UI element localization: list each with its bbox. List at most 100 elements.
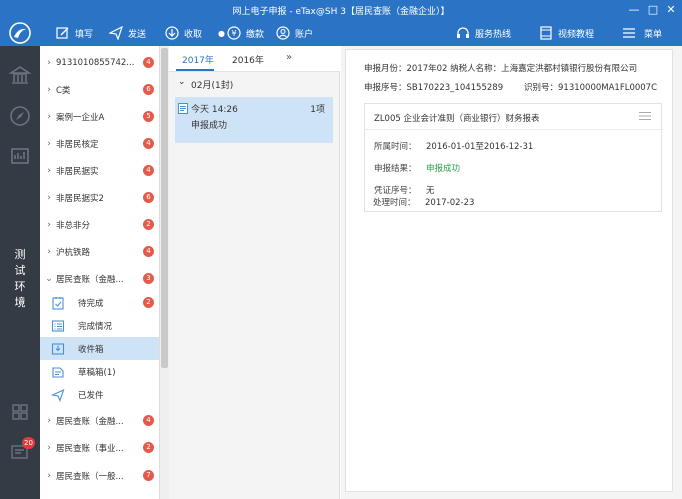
chevron-right-icon: ›: [47, 192, 51, 203]
taxpayer-id: 识别号：91310000MA1FL0007C: [524, 83, 658, 93]
month-group-header[interactable]: ⌄ 02月(1封): [169, 77, 340, 93]
filing-info-line: 申报月份：2017年02 纳税人名称：上海嘉定洪都村镇银行股份有限公司: [364, 64, 638, 74]
list-icon: [51, 319, 65, 332]
title-bar: 网上电子申报 - eTax@SH 3【居民查账（金融企业）】 — □ ✕: [0, 0, 682, 20]
divider: [365, 129, 663, 130]
count-badge: 6: [143, 84, 154, 95]
svg-text:¥: ¥: [231, 29, 236, 38]
message-list-panel: 2017年 2016年 » ⌄ 02月(1封) 今天 14:26 1项 申报成功: [169, 46, 340, 499]
scrollbar-thumb[interactable]: [161, 48, 168, 368]
chevron-right-icon: ›: [47, 138, 51, 149]
video-tutorial-button[interactable]: 视频教程: [539, 20, 594, 46]
field-processed-time: 处理时间： 2017-02-23: [373, 198, 475, 208]
message-badge: 20: [22, 437, 35, 449]
status-success: 申报成功: [426, 164, 461, 174]
payment-button[interactable]: ● ¥ 缴款: [218, 20, 264, 46]
nav-item[interactable]: › 非总非分 2: [40, 213, 159, 236]
count-badge: 5: [143, 111, 154, 122]
minimize-button[interactable]: —: [626, 2, 642, 18]
count-badge: 6: [143, 192, 154, 203]
receive-button[interactable]: 收取: [165, 20, 202, 46]
count-badge: 2: [143, 297, 154, 308]
nav-item-expanded[interactable]: ⌄ 居民查账（金融... 3: [40, 267, 159, 290]
chevron-right-icon: ›: [47, 165, 51, 176]
pending-icon: [52, 296, 64, 310]
sub-item-completion[interactable]: 完成情况: [40, 314, 159, 337]
record-time: 今天 14:26: [191, 105, 238, 115]
nav-item[interactable]: › 案例一企业A 5: [40, 105, 159, 128]
receive-icon: [165, 26, 179, 40]
nav-item[interactable]: › 非居民据实 4: [40, 159, 159, 182]
count-badge: 4: [143, 57, 154, 68]
count-badge: 3: [143, 273, 154, 284]
logo-icon: [9, 22, 31, 44]
record-status: 申报成功: [191, 121, 228, 131]
draft-icon: [52, 366, 64, 378]
chevron-right-icon: ›: [47, 442, 51, 453]
nav-item[interactable]: › 非居民据实2 6: [40, 186, 159, 209]
headset-icon: [457, 27, 469, 38]
field-voucher: 凭证序号：无: [374, 186, 435, 196]
message-record[interactable]: 今天 14:26 1项 申报成功: [175, 97, 333, 143]
left-rail: 测 试 环 境 20: [0, 20, 40, 499]
inbox-icon: [51, 342, 65, 355]
menu-icon: [623, 28, 635, 38]
compass-icon[interactable]: [8, 104, 32, 128]
nav-item[interactable]: › 居民查账（金融... 4: [40, 409, 159, 432]
nav-item[interactable]: › 居民查账（事业... 2: [40, 436, 159, 459]
record-count: 1项: [310, 105, 325, 115]
count-badge: 4: [143, 415, 154, 426]
bank-icon[interactable]: [8, 64, 32, 88]
hamburger-icon[interactable]: [639, 111, 651, 121]
nav-item[interactable]: › 居民查账（一般... 7: [40, 464, 159, 487]
nav-scrollbar[interactable]: [160, 46, 169, 499]
chevron-right-icon: ›: [47, 415, 51, 426]
sub-item-pending[interactable]: 待完成 2: [40, 291, 159, 314]
tab-2016[interactable]: 2016年: [232, 53, 264, 66]
sub-item-inbox[interactable]: 收件箱: [40, 337, 159, 360]
menu-button[interactable]: 菜单: [622, 20, 662, 46]
nav-item[interactable]: › 9131010855742... 4: [40, 51, 159, 74]
chevron-right-icon: ›: [47, 111, 51, 122]
count-badge: 2: [143, 442, 154, 453]
sent-icon: [51, 388, 65, 402]
send-icon: [109, 26, 123, 40]
nav-item[interactable]: › 沪杭铁路 4: [40, 240, 159, 263]
active-tab-indicator: [176, 69, 214, 71]
chevron-right-icon: ›: [47, 84, 51, 95]
year-tabs: 2017年 2016年 »: [169, 46, 340, 72]
detail-panel: 申报月份：2017年02 纳税人名称：上海嘉定洪都村镇银行股份有限公司 申报序号…: [341, 46, 682, 499]
send-button[interactable]: 发送: [109, 20, 146, 46]
count-badge: 2: [143, 219, 154, 230]
grid-icon[interactable]: [8, 400, 32, 424]
test-environment-label: 测 试 环 境: [14, 248, 26, 309]
nav-tree: › 9131010855742... 4 › C类 6 › 案例一企业A 5 ›…: [40, 46, 160, 499]
edit-icon: [56, 27, 69, 39]
account-button[interactable]: 账户: [276, 20, 313, 46]
chevron-right-icon: ›: [47, 219, 51, 230]
sub-item-drafts[interactable]: 草稿箱(1): [40, 360, 159, 383]
chevron-right-icon: ›: [47, 470, 51, 481]
more-tabs-button[interactable]: »: [286, 52, 292, 63]
count-badge: 4: [143, 165, 154, 176]
close-button[interactable]: ✕: [663, 2, 679, 18]
edit-button[interactable]: 填写: [56, 20, 93, 46]
payment-icon: ¥: [227, 26, 241, 40]
count-badge: 4: [143, 246, 154, 257]
report-icon[interactable]: [8, 144, 32, 168]
maximize-button[interactable]: □: [645, 2, 661, 18]
chevron-right-icon: ›: [47, 57, 51, 68]
hotline-button[interactable]: 服务热线: [456, 20, 511, 46]
field-period: 所属时间： 2016-01-01至2016-12-31: [374, 142, 534, 152]
nav-item[interactable]: › C类 6: [40, 78, 159, 101]
count-badge: 4: [143, 138, 154, 149]
app-logo: [0, 20, 40, 46]
nav-item[interactable]: › 非居民核定 4: [40, 132, 159, 155]
chevron-down-icon: ⌄: [178, 77, 186, 87]
sub-item-sent[interactable]: 已发件: [40, 383, 159, 406]
tab-2017[interactable]: 2017年: [182, 53, 214, 66]
video-icon: [540, 26, 552, 40]
toolbar: 填写 发送 收取 ● ¥ 缴款 账户 服务热线 视频教程 菜单: [40, 20, 682, 46]
field-result: 申报结果： 申报成功: [374, 164, 461, 174]
count-badge: 7: [143, 470, 154, 481]
